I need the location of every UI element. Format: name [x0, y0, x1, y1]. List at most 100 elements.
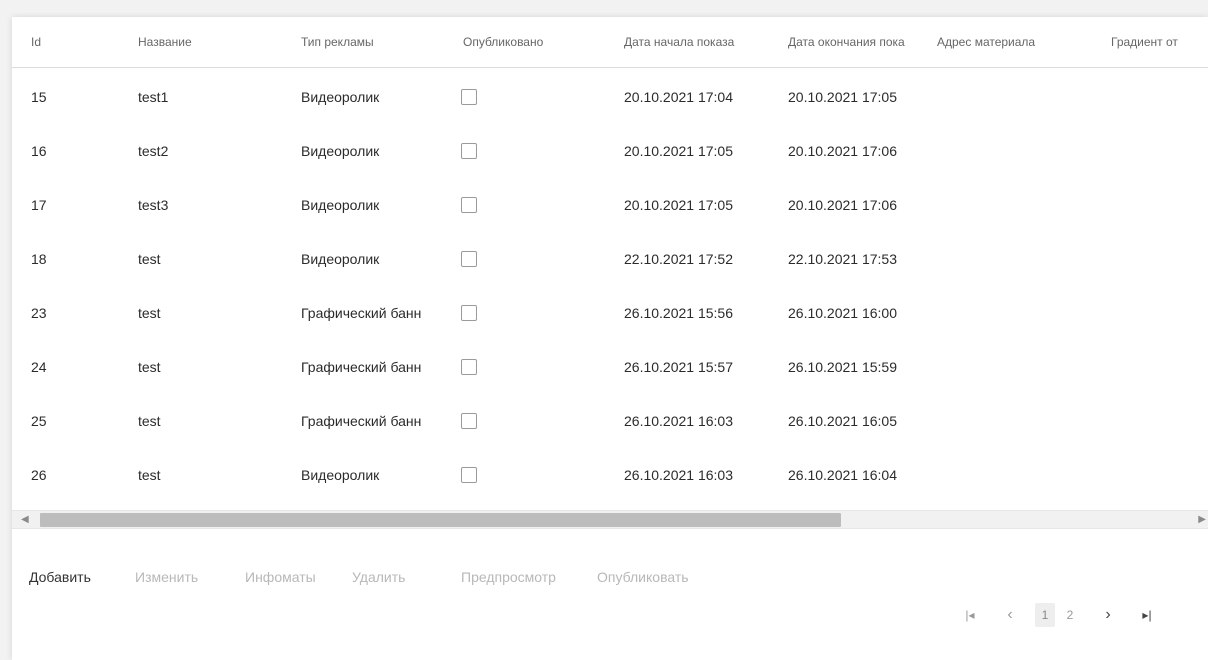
cell-material-address	[937, 178, 1101, 232]
cell-material-address	[937, 286, 1101, 340]
data-grid: Id Название Тип рекламы Опубликовано Дата на…	[12, 17, 1208, 510]
pagination: |◂ ‹ 1 2 › ▸|	[962, 603, 1202, 627]
cell-name: test	[138, 413, 161, 429]
page-button-2[interactable]: 2	[1062, 603, 1078, 627]
cell-end-date: 26.10.2021 16:00	[788, 305, 897, 321]
prev-page-icon[interactable]: ‹	[1002, 603, 1018, 627]
cell-gradient-from	[1111, 340, 1202, 394]
table-row[interactable]: 17 test3 Видеоролик 20.10.2021 17:05 20.10.2…	[12, 178, 1208, 232]
cell-id: 24	[31, 359, 47, 375]
infomats-button[interactable]: Инфоматы	[245, 565, 316, 589]
cell-id: 17	[31, 197, 47, 213]
table-row[interactable]: 24 test Графический банн 26.10.2021 15:57 26…	[12, 340, 1208, 394]
cell-gradient-from	[1111, 286, 1202, 340]
cell-start-date: 20.10.2021 17:05	[624, 197, 733, 213]
scroll-left-icon[interactable]: ◀	[21, 514, 29, 526]
cell-name: test3	[138, 197, 169, 213]
column-header-ad-type[interactable]: Тип рекламы	[301, 17, 461, 67]
cell-ad-type: Видеоролик	[301, 251, 380, 267]
cell-name: test2	[138, 143, 169, 159]
next-page-icon[interactable]: ›	[1100, 603, 1116, 627]
cell-start-date: 26.10.2021 15:56	[624, 305, 733, 321]
cell-name: test	[138, 305, 161, 321]
page-button-1[interactable]: 1	[1035, 603, 1055, 627]
cell-name: test	[138, 251, 161, 267]
cell-id: 26	[31, 467, 47, 483]
cell-start-date: 20.10.2021 17:05	[624, 143, 733, 159]
cell-id: 25	[31, 413, 47, 429]
cell-id: 18	[31, 251, 47, 267]
delete-button[interactable]: Удалить	[352, 565, 405, 589]
grid-header: Id Название Тип рекламы Опубликовано Дата на…	[12, 17, 1208, 68]
cell-material-address	[937, 70, 1101, 124]
cell-end-date: 26.10.2021 16:05	[788, 413, 897, 429]
cell-end-date: 26.10.2021 15:59	[788, 359, 897, 375]
cell-gradient-from	[1111, 124, 1202, 178]
ads-grid-panel: Id Название Тип рекламы Опубликовано Дата на…	[12, 17, 1208, 660]
table-row[interactable]: 25 test Графический банн 26.10.2021 16:03 26…	[12, 394, 1208, 448]
cell-ad-type: Видеоролик	[301, 143, 380, 159]
cell-gradient-from	[1111, 232, 1202, 286]
cell-material-address	[937, 232, 1101, 286]
edit-button[interactable]: Изменить	[135, 565, 198, 589]
cell-end-date: 22.10.2021 17:53	[788, 251, 897, 267]
cell-gradient-from	[1111, 394, 1202, 448]
published-checkbox[interactable]	[461, 251, 477, 267]
cell-ad-type: Графический банн	[301, 305, 422, 321]
add-button[interactable]: Добавить	[29, 565, 91, 589]
cell-material-address	[937, 394, 1101, 448]
first-page-icon[interactable]: |◂	[962, 603, 978, 627]
publish-button[interactable]: Опубликовать	[597, 565, 689, 589]
column-header-gradient-from[interactable]: Градиент от	[1111, 17, 1208, 67]
column-header-name[interactable]: Название	[138, 17, 288, 67]
cell-ad-type: Видеоролик	[301, 467, 380, 483]
cell-ad-type: Видеоролик	[301, 197, 380, 213]
cell-ad-type: Видеоролик	[301, 89, 380, 105]
cell-id: 23	[31, 305, 47, 321]
cell-start-date: 22.10.2021 17:52	[624, 251, 733, 267]
cell-name: test	[138, 359, 161, 375]
last-page-icon[interactable]: ▸|	[1138, 603, 1156, 627]
cell-end-date: 20.10.2021 17:06	[788, 143, 897, 159]
cell-gradient-from	[1111, 448, 1202, 502]
scroll-right-icon[interactable]: ▶	[1198, 514, 1206, 526]
published-checkbox[interactable]	[461, 89, 477, 105]
cell-start-date: 26.10.2021 15:57	[624, 359, 733, 375]
published-checkbox[interactable]	[461, 305, 477, 321]
cell-start-date: 26.10.2021 16:03	[624, 467, 733, 483]
published-checkbox[interactable]	[461, 359, 477, 375]
table-row[interactable]: 18 test Видеоролик 22.10.2021 17:52 22.10.20…	[12, 232, 1208, 286]
cell-end-date: 20.10.2021 17:06	[788, 197, 897, 213]
table-row[interactable]: 23 test Графический банн 26.10.2021 15:56 26…	[12, 286, 1208, 340]
cell-material-address	[937, 448, 1101, 502]
published-checkbox[interactable]	[461, 197, 477, 213]
column-header-published[interactable]: Опубликовано	[463, 17, 613, 67]
cell-id: 16	[31, 143, 47, 159]
cell-ad-type: Графический банн	[301, 359, 422, 375]
cell-id: 15	[31, 89, 47, 105]
column-header-material-address[interactable]: Адрес материала	[937, 17, 1107, 67]
cell-name: test1	[138, 89, 169, 105]
cell-end-date: 26.10.2021 16:04	[788, 467, 897, 483]
table-row[interactable]: 26 test Видеоролик 26.10.2021 16:03 26.10.20…	[12, 448, 1208, 502]
cell-gradient-from	[1111, 178, 1202, 232]
cell-material-address	[937, 124, 1101, 178]
table-row[interactable]: 15 test1 Видеоролик 20.10.2021 17:04 20.10.2…	[12, 70, 1208, 124]
published-checkbox[interactable]	[461, 467, 477, 483]
cell-end-date: 20.10.2021 17:05	[788, 89, 897, 105]
published-checkbox[interactable]	[461, 413, 477, 429]
cell-ad-type: Графический банн	[301, 413, 422, 429]
cell-start-date: 20.10.2021 17:04	[624, 89, 733, 105]
column-header-start-date[interactable]: Дата начала показа	[624, 17, 784, 67]
preview-button[interactable]: Предпросмотр	[461, 565, 556, 589]
column-header-id[interactable]: Id	[31, 17, 131, 67]
cell-material-address	[937, 340, 1101, 394]
horizontal-scrollbar[interactable]: ◀ ▶	[12, 510, 1208, 529]
cell-gradient-from	[1111, 70, 1202, 124]
table-row[interactable]: 16 test2 Видеоролик 20.10.2021 17:05 20.10.2…	[12, 124, 1208, 178]
column-header-end-date[interactable]: Дата окончания пока	[788, 17, 936, 67]
cell-name: test	[138, 467, 161, 483]
scrollbar-thumb[interactable]	[40, 513, 841, 527]
cell-start-date: 26.10.2021 16:03	[624, 413, 733, 429]
published-checkbox[interactable]	[461, 143, 477, 159]
